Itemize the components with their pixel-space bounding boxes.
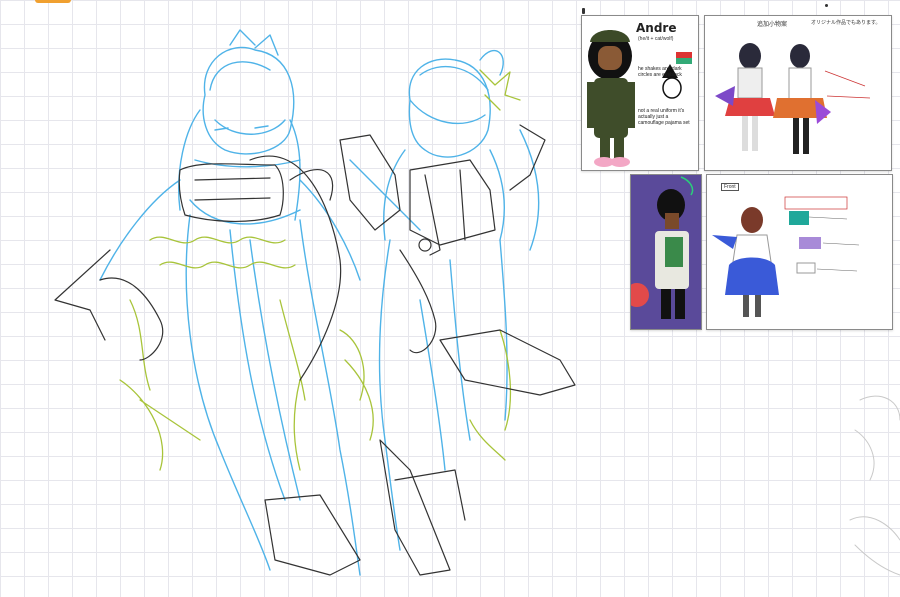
- left-character-green-lines: [119, 236, 306, 471]
- andre-name: Andre: [636, 21, 677, 35]
- blue-front-label: Front: [721, 183, 739, 191]
- reference-card-outfit[interactable]: 追加小物案 オリジナル作品でもあります。: [704, 15, 892, 171]
- green-character-art: [631, 175, 701, 329]
- reference-card-andre[interactable]: Andre (he/it + cat/wolf) he shakes and d…: [581, 15, 699, 171]
- outfit-title: 追加小物案: [757, 22, 788, 28]
- blue-character-art: [712, 196, 860, 317]
- left-character-blue-lines: [99, 29, 361, 576]
- edge-faint-sketch: [849, 395, 900, 576]
- outfit-character-art: [715, 43, 871, 154]
- andre-note-2: not a real uniform it's actually just a …: [638, 108, 690, 126]
- andre-note-1: he shakes and dark circles are eyeblack: [638, 66, 682, 78]
- left-character-dark-lines: [54, 155, 361, 576]
- reference-card-blue[interactable]: Front: [706, 174, 893, 330]
- reference-card-green[interactable]: [630, 174, 702, 330]
- right-character-green-lines: [339, 69, 521, 461]
- outfit-author: オリジナル作品でもあります。: [811, 20, 881, 26]
- andre-subtitle: (he/it + cat/wolf): [638, 36, 674, 42]
- right-character-blue-lines: [349, 49, 540, 551]
